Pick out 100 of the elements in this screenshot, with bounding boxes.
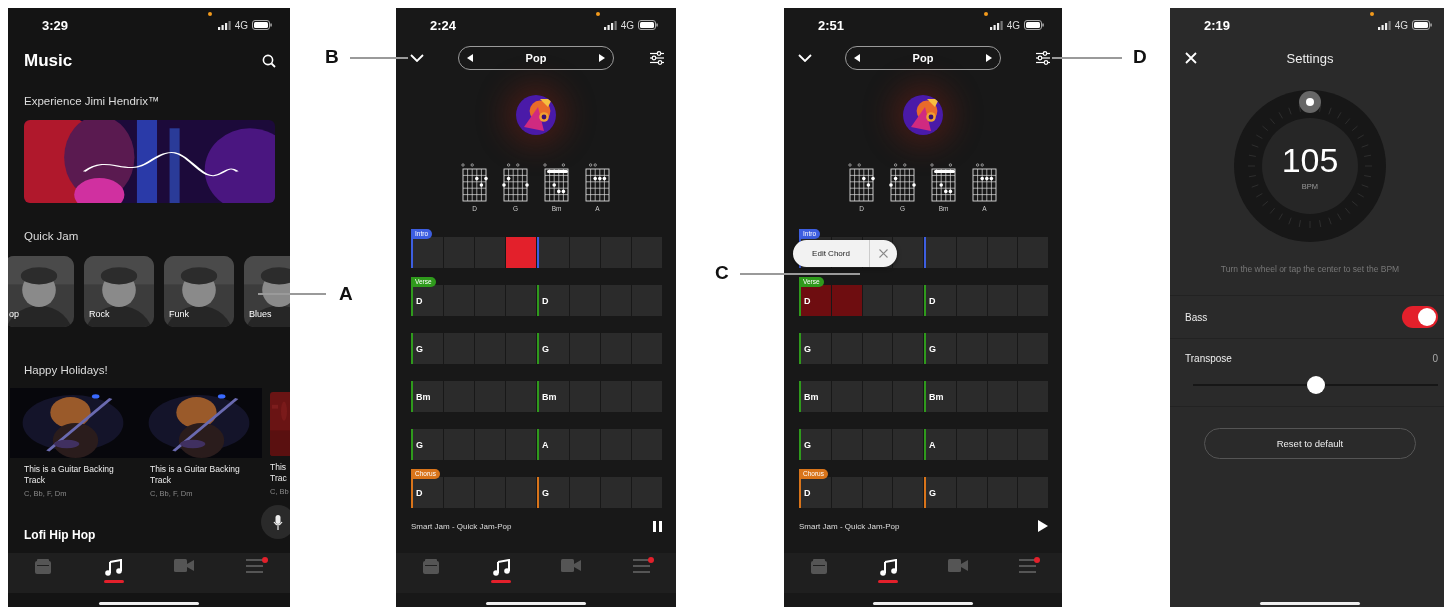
bar-cell[interactable] <box>411 237 443 268</box>
style-label[interactable]: Funk <box>169 309 189 319</box>
track-title[interactable]: This is a Guitar Backing Track <box>150 464 256 486</box>
chord-cell[interactable]: G <box>411 333 443 364</box>
chord-cell[interactable]: G <box>411 429 443 460</box>
next-style-button[interactable] <box>599 54 605 62</box>
chord-cell[interactable]: G <box>924 477 956 508</box>
track-title[interactable]: This is a Guitar Backing Track <box>24 464 130 486</box>
chord-cell[interactable]: D <box>924 285 956 316</box>
settings-button[interactable] <box>1036 51 1050 65</box>
chord-cell[interactable]: Bm <box>924 381 956 412</box>
bar-cell[interactable] <box>537 237 569 268</box>
menu-icon <box>1018 559 1036 573</box>
next-style-button[interactable] <box>986 54 992 62</box>
status-time: 3:29 <box>42 17 69 33</box>
setting-label: Transpose <box>1185 353 1232 364</box>
amplifier-icon <box>35 559 52 574</box>
chord-diagram <box>542 162 571 203</box>
status-time: 2:19 <box>1204 17 1231 33</box>
signal-icon <box>989 20 1003 30</box>
chord-diagram <box>501 162 530 203</box>
previous-style-button[interactable] <box>854 54 860 62</box>
setting-label: Bass <box>1185 311 1208 323</box>
bass-toggle[interactable] <box>1402 306 1438 328</box>
chevron-down-icon <box>798 54 812 62</box>
microphone-icon <box>273 514 283 530</box>
track-name: Smart Jam - Quick Jam-Pop <box>799 521 900 531</box>
style-name: Pop <box>911 52 935 64</box>
settings-button[interactable] <box>650 51 664 65</box>
collapse-button[interactable] <box>410 54 424 62</box>
chord-cell[interactable]: Bm <box>799 381 831 412</box>
bar-cell[interactable] <box>893 237 923 268</box>
tempo-dial[interactable] <box>1234 90 1386 242</box>
signal-icon <box>217 20 231 30</box>
chord-cell[interactable]: A <box>537 429 569 460</box>
network-label: 4G <box>1394 19 1408 31</box>
chord-cell[interactable]: G <box>537 333 569 364</box>
status-time: 2:51 <box>818 17 845 33</box>
search-button[interactable] <box>262 54 276 68</box>
bar-cell[interactable] <box>862 285 893 316</box>
bar-cell[interactable] <box>831 285 862 316</box>
chord-cell[interactable]: A <box>924 429 956 460</box>
video-camera-icon <box>947 559 968 572</box>
callout-label: B <box>325 46 339 68</box>
callout-label: A <box>339 283 353 305</box>
leader-line <box>350 57 408 59</box>
chord-diagram <box>888 162 917 203</box>
bar-cell[interactable] <box>475 237 505 268</box>
network-label: 4G <box>1006 19 1020 31</box>
settings-icon <box>1036 51 1050 65</box>
bar-cell[interactable] <box>506 237 536 268</box>
bar-cell[interactable] <box>506 333 536 364</box>
section-heading: Happy Holidays! <box>24 364 108 376</box>
bpm-value: 105 <box>1281 141 1339 179</box>
chord-cell[interactable]: Bm <box>537 381 569 412</box>
close-icon <box>879 249 888 258</box>
chord-cell[interactable]: D <box>799 477 831 508</box>
chord-diagram <box>583 162 612 203</box>
chord-cell[interactable]: D <box>799 285 831 316</box>
style-label[interactable]: Rock <box>89 309 110 319</box>
edit-chord-option[interactable]: Edit Chord <box>793 249 869 258</box>
hint-text: Turn the wheel or tap the center to set the BPM <box>1220 264 1400 274</box>
bar-cell[interactable] <box>893 285 923 316</box>
chord-cell[interactable]: G <box>537 477 569 508</box>
style-label[interactable]: op <box>9 309 19 319</box>
bar-cell[interactable] <box>893 333 923 364</box>
pause-button[interactable] <box>653 520 662 532</box>
chord-cell[interactable]: G <box>799 333 831 364</box>
play-button[interactable] <box>1038 520 1048 532</box>
status-dot-icon <box>208 12 212 16</box>
chord-diagram <box>847 162 876 203</box>
bar-cell[interactable] <box>893 381 923 412</box>
amplifier-icon <box>810 559 827 574</box>
callout-label: C <box>715 262 729 284</box>
bar-cell[interactable] <box>506 285 536 316</box>
microphone-button[interactable] <box>261 505 290 539</box>
chord-cell[interactable]: G <box>799 429 831 460</box>
bar-cell[interactable] <box>893 477 923 508</box>
bar-cell[interactable] <box>506 381 536 412</box>
network-label: 4G <box>620 19 634 31</box>
previous-style-button[interactable] <box>467 54 473 62</box>
chord-cell[interactable]: D <box>411 477 443 508</box>
chord-cell[interactable]: Bm <box>411 381 443 412</box>
battery-icon <box>1024 20 1044 30</box>
chord-cell[interactable]: D <box>537 285 569 316</box>
bar-cell[interactable] <box>893 429 923 460</box>
chord-cell[interactable]: G <box>924 333 956 364</box>
bar-cell[interactable] <box>924 237 956 268</box>
bar-cell[interactable] <box>506 429 536 460</box>
callout-label: D <box>1133 46 1147 68</box>
chord-cell[interactable]: D <box>411 285 443 316</box>
play-icon <box>1038 520 1048 532</box>
track-title[interactable]: This Trac <box>270 462 290 484</box>
left-triangle-icon <box>854 54 860 62</box>
chord-diagram <box>970 162 999 203</box>
collapse-button[interactable] <box>798 54 812 62</box>
slider-thumb[interactable] <box>1306 376 1325 394</box>
status-dot-icon <box>596 12 600 16</box>
bar-cell[interactable] <box>506 477 536 508</box>
screen-title: Music <box>24 51 73 71</box>
